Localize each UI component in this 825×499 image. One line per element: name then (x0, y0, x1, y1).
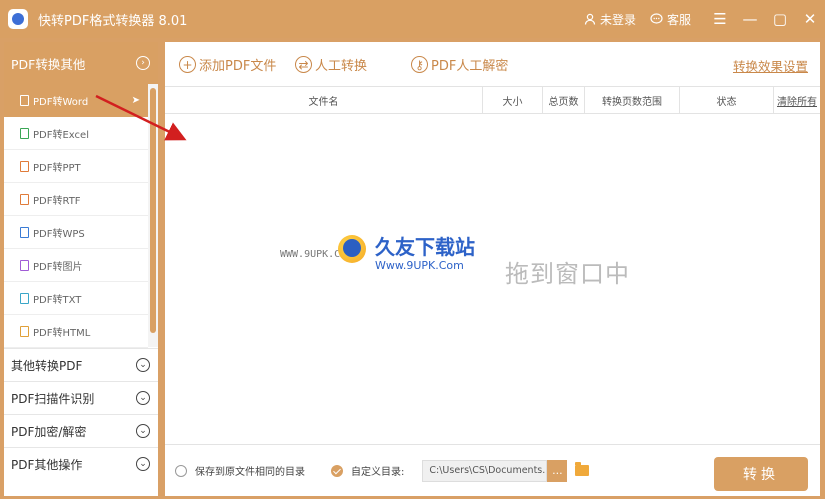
sidebar-group-other-to-pdf[interactable]: 其他转换PDF ⌄ (4, 348, 158, 381)
toolbar: + 添加PDF文件 ⇄ 人工转换 ⚷ PDF人工解密 转换效果设置 (165, 42, 820, 86)
sidebar-header-pdf-to-other[interactable]: PDF转换其他 › (4, 42, 158, 84)
swap-icon: ⇄ (295, 56, 312, 73)
sidebar-group-label: 其他转换PDF (11, 358, 83, 373)
chat-icon (650, 13, 663, 24)
excel-file-icon (20, 127, 29, 139)
sidebar-item-label: PDF转Word (33, 97, 89, 108)
custom-dir-label: 自定义目录: (351, 467, 405, 478)
service-label: 客服 (666, 12, 691, 27)
sidebar-item-label: PDF转TXT (33, 294, 82, 306)
html-file-icon (20, 325, 29, 337)
sidebar-group-scan-ocr[interactable]: PDF扫描件识别 ⌄ (4, 381, 158, 414)
custom-dir-radio[interactable] (331, 464, 343, 477)
chevron-down-icon: ⌄ (136, 391, 150, 405)
maximize-icon[interactable]: ▢ (765, 10, 795, 28)
sidebar-item-pdf-to-image[interactable]: PDF转图片 (4, 249, 148, 282)
column-pages: 总页数 (543, 87, 585, 113)
main-panel: + 添加PDF文件 ⇄ 人工转换 ⚷ PDF人工解密 转换效果设置 文件名 大小… (165, 42, 820, 496)
sidebar-header-label: PDF转换其他 (11, 56, 86, 72)
sidebar-item-pdf-to-rtf[interactable]: PDF转RTF (4, 183, 148, 216)
folder-icon[interactable] (575, 462, 590, 476)
clear-all-link[interactable]: 清除所有 (774, 87, 820, 113)
service-link[interactable]: 客服 (650, 11, 691, 28)
sidebar-item-label: PDF转HTML (33, 327, 91, 339)
word-file-icon (20, 95, 29, 106)
app-logo-icon (8, 9, 28, 29)
convert-button[interactable]: 转换 (714, 457, 808, 491)
rtf-file-icon (20, 193, 29, 205)
chevron-down-icon: ⌄ (136, 358, 150, 372)
sidebar-group-label: PDF加密/解密 (11, 424, 87, 439)
add-pdf-label: 添加PDF文件 (199, 59, 277, 74)
sidebar-item-label: PDF转Excel (33, 129, 89, 141)
sidebar-item-pdf-to-txt[interactable]: PDF转TXT (4, 282, 148, 315)
watermark-url: Www.9UPK.Com (375, 259, 464, 272)
column-filename: 文件名 (165, 87, 483, 113)
txt-file-icon (20, 292, 29, 304)
title-bar-controls: 未登录 客服 ☰ — ▢ ✕ (584, 0, 825, 38)
chevron-down-icon: ⌄ (136, 424, 150, 438)
manual-decrypt-button[interactable]: ⚷ PDF人工解密 (411, 55, 508, 74)
manual-convert-button[interactable]: ⇄ 人工转换 (295, 55, 367, 74)
column-size: 大小 (483, 87, 543, 113)
login-label: 未登录 (599, 12, 636, 27)
chevron-down-icon: ⌄ (136, 457, 150, 471)
sidebar-item-label: PDF转RTF (33, 195, 81, 207)
watermark-brand: 久友下载站 (375, 235, 475, 259)
browse-button[interactable]: ... (547, 459, 568, 482)
file-table-header: 文件名 大小 总页数 转换页数范围 状态 清除所有 (165, 86, 820, 114)
watermark: WWW.9UPK.COM 久友下载站 Www.9UPK.Com (280, 229, 510, 289)
sidebar-item-label: PDF转PPT (33, 162, 81, 174)
image-file-icon (20, 259, 29, 271)
minimize-icon[interactable]: — (735, 10, 765, 28)
annotation-arrow-icon (95, 94, 187, 141)
sidebar-item-label: PDF转WPS (33, 228, 85, 240)
key-icon: ⚷ (411, 56, 428, 73)
close-icon[interactable]: ✕ (795, 10, 825, 28)
sidebar-group-encrypt-decrypt[interactable]: PDF加密/解密 ⌄ (4, 414, 158, 447)
ppt-file-icon (20, 160, 29, 172)
menu-icon[interactable]: ☰ (705, 10, 735, 28)
login-link[interactable]: 未登录 (584, 11, 636, 28)
watermark-logo-icon (338, 235, 366, 263)
sidebar-group-other-ops[interactable]: PDF其他操作 ⌄ (4, 447, 158, 480)
save-same-dir-radio[interactable] (175, 464, 187, 477)
manual-convert-label: 人工转换 (315, 59, 368, 74)
wps-file-icon (20, 226, 29, 238)
chevron-right-icon: › (136, 56, 150, 70)
file-drop-area[interactable]: 拖到窗口中 WWW.9UPK.COM 久友下载站 Www.9UPK.Com (165, 114, 820, 444)
conversion-settings-link[interactable]: 转换效果设置 (733, 56, 808, 75)
sidebar-item-pdf-to-wps[interactable]: PDF转WPS (4, 216, 148, 249)
column-page-range: 转换页数范围 (585, 87, 680, 113)
save-same-dir-label: 保存到原文件相同的目录 (195, 467, 305, 478)
title-bar: 快转PDF格式转换器 8.01 未登录 客服 ☰ — ▢ ✕ (0, 0, 825, 38)
app-title: 快转PDF格式转换器 8.01 (38, 13, 188, 29)
drop-hint-text: 拖到窗口中 (505, 260, 630, 288)
column-status: 状态 (680, 87, 774, 113)
plus-circle-icon: + (179, 56, 196, 73)
add-pdf-button[interactable]: + 添加PDF文件 (179, 55, 276, 74)
output-path-field[interactable]: C:\Users\CS\Documents... (422, 459, 548, 482)
sidebar-group-label: PDF其他操作 (11, 457, 83, 472)
sidebar-item-pdf-to-html[interactable]: PDF转HTML (4, 315, 148, 348)
user-icon (584, 13, 596, 25)
sidebar-item-label: PDF转图片 (33, 261, 83, 273)
sidebar-group-label: PDF扫描件识别 (11, 391, 95, 406)
manual-decrypt-label: PDF人工解密 (431, 59, 509, 74)
footer-bar: 保存到原文件相同的目录 自定义目录: C:\Users\CS\Documents… (165, 444, 820, 496)
sidebar-item-pdf-to-ppt[interactable]: PDF转PPT (4, 150, 148, 183)
